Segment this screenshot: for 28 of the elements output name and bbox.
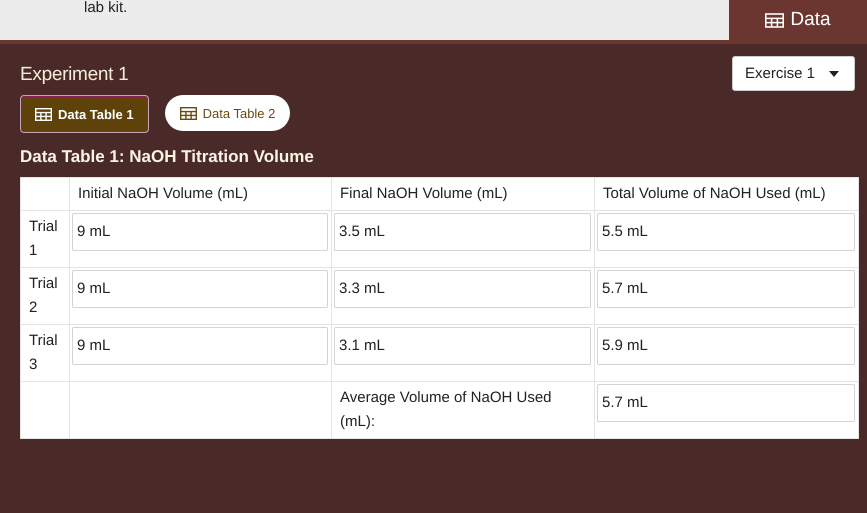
column-header: Total Volume of NaOH Used (mL) — [594, 178, 858, 210]
input-field[interactable]: 5.5 mL — [597, 213, 855, 251]
input-field[interactable]: 3.3 mL — [334, 270, 591, 308]
intro-text: lab kit. — [83, 0, 128, 16]
input-field[interactable]: 9 mL — [72, 270, 328, 308]
table-icon — [180, 106, 197, 120]
row-header: Trial 1 — [20, 210, 70, 268]
exercise-dropdown[interactable]: Exercise 1 — [732, 56, 855, 91]
input-field[interactable]: 9 mL — [72, 213, 328, 251]
input-field[interactable]: 5.7 mL — [597, 384, 855, 422]
column-header: Initial NaOH Volume (mL) — [70, 178, 332, 210]
input-field[interactable]: 3.5 mL — [334, 213, 591, 251]
table-tab[interactable]: Data Table 1 — [20, 95, 149, 133]
input-field[interactable]: 5.7 mL — [597, 270, 855, 308]
row-header: Trial 2 — [20, 268, 70, 324]
row-header: Trial 3 — [20, 324, 70, 382]
table-title: Data Table 1: NaOH Titration Volume — [20, 147, 315, 167]
caret-icon — [829, 70, 840, 76]
input-field[interactable]: 9 mL — [72, 327, 328, 365]
table-tab[interactable]: Data Table 2 — [164, 95, 290, 131]
experiment-title: Experiment 1 — [20, 64, 128, 86]
table-icon — [765, 12, 784, 28]
column-header: Final NaOH Volume (mL) — [332, 178, 594, 210]
data-tab[interactable]: Data — [729, 0, 867, 40]
input-field[interactable]: 5.9 mL — [597, 327, 855, 365]
table-icon — [35, 108, 52, 120]
input-field[interactable]: 3.1 mL — [334, 327, 591, 365]
summary-label: Average Volume of NaOH Used (mL): — [332, 382, 594, 438]
